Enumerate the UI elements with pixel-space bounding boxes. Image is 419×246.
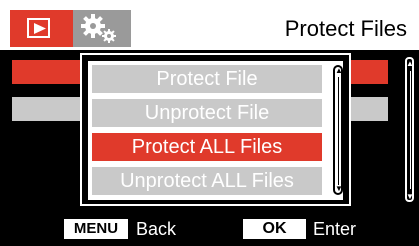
- ok-key[interactable]: OK: [243, 219, 306, 239]
- back-label: Back: [136, 219, 177, 239]
- option-protect-all-files[interactable]: Protect ALL Files: [92, 133, 322, 161]
- scroll-up-icon: ▲: [335, 66, 343, 75]
- option-unprotect-all-files[interactable]: Unprotect ALL Files: [92, 167, 322, 195]
- page-title: Protect Files: [284, 16, 407, 41]
- footer-bar: MENU Back OK Enter: [0, 212, 419, 246]
- tab-settings[interactable]: [73, 10, 131, 47]
- scroll-down-icon: ▼: [406, 192, 414, 201]
- protect-dialog: Protect File Unprotect File Protect ALL …: [80, 53, 351, 206]
- scroll-down-icon: ▼: [335, 184, 343, 193]
- gears-icon: [81, 14, 116, 43]
- background-scrollbar: ▲ ▼: [405, 57, 414, 202]
- header-bar: Protect Files: [0, 0, 419, 50]
- menu-key[interactable]: MENU: [64, 219, 128, 239]
- enter-label: Enter: [313, 219, 357, 239]
- scroll-up-icon: ▲: [406, 59, 414, 68]
- play-icon: [27, 18, 50, 38]
- option-protect-file[interactable]: Protect File: [92, 65, 322, 93]
- dialog-scrollbar[interactable]: ▲ ▼: [333, 65, 343, 195]
- dialog-panel: Protect File Unprotect File Protect ALL …: [88, 61, 343, 200]
- option-unprotect-file[interactable]: Unprotect File: [92, 99, 322, 127]
- tab-playback[interactable]: [10, 10, 73, 47]
